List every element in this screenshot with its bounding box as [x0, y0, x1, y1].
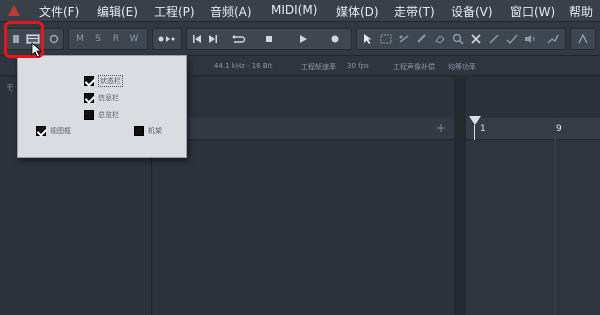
menu-help[interactable]: 帮助 [569, 3, 593, 20]
frame-rate-value[interactable]: 30 fps [347, 62, 369, 70]
menu-file[interactable]: 文件(F) [39, 3, 79, 20]
menu-transport[interactable]: 走带(T) [394, 3, 435, 20]
info-line-checkbox[interactable] [84, 93, 94, 103]
track-list-panel [153, 77, 454, 315]
track-state-group: M S R W [68, 28, 148, 50]
automation-mode-icon[interactable] [155, 29, 179, 49]
tools-group [356, 28, 566, 50]
glue-icon[interactable] [413, 29, 431, 49]
playhead-line [474, 125, 475, 140]
inspector-label-fragment: モ [6, 83, 14, 92]
transport-group [186, 28, 352, 50]
bar-grid-line [555, 118, 556, 315]
overview-checkbox[interactable] [84, 110, 94, 120]
constrain-delay-icon[interactable] [47, 29, 61, 49]
status-bar-option-label: 状态栏 [98, 75, 123, 87]
menu-media[interactable]: 媒体(D) [336, 3, 379, 20]
solo-button[interactable]: S [89, 29, 107, 49]
rack-option-label: 机架 [148, 127, 162, 135]
stop-icon[interactable] [257, 29, 281, 49]
write-automation-button[interactable]: W [125, 29, 143, 49]
overview-option-label: 总览栏 [98, 111, 119, 119]
ruler-bar-marker: 1 [480, 124, 486, 134]
window-layout-popup: 状态栏 信息栏 总览栏 视图框 机架 [17, 55, 187, 158]
menu-bar: 文件(F) 编辑(E) 工程(P) 音频(A) MIDI(M) 媒体(D) 走带… [0, 0, 600, 22]
info-line-option-label: 信息栏 [98, 94, 119, 102]
track-list-header: + [153, 118, 454, 140]
add-track-icon[interactable]: + [436, 121, 446, 135]
rack-checkbox[interactable] [134, 126, 144, 136]
menu-midi[interactable]: MIDI(M) [271, 3, 317, 17]
menu-devices[interactable]: 设备(V) [451, 3, 493, 20]
mute-tool-icon[interactable] [467, 29, 485, 49]
rack-option[interactable]: 机架 [134, 126, 162, 136]
overview-option[interactable]: 总览栏 [84, 110, 119, 120]
frame-rate-label: 工程帧速率 [301, 63, 336, 71]
inspector-option-label: 视图框 [50, 127, 71, 135]
mouse-cursor-icon [31, 42, 43, 58]
status-bar-option[interactable]: 状态栏 [84, 75, 123, 87]
event-display[interactable] [466, 118, 600, 315]
speaker-icon[interactable] [521, 29, 539, 49]
erase-icon[interactable] [431, 29, 449, 49]
menu-project[interactable]: 工程(P) [154, 3, 195, 20]
line-tool-icon[interactable] [503, 29, 521, 49]
inspector-checkbox[interactable] [36, 126, 46, 136]
mute-button[interactable]: M [71, 29, 89, 49]
menu-audio[interactable]: 音频(A) [210, 3, 252, 20]
split-icon[interactable] [395, 29, 413, 49]
toolbar: M S R W [0, 22, 600, 56]
cycle-icon[interactable] [225, 29, 251, 49]
play-icon[interactable] [291, 29, 315, 49]
automation-mode-group [152, 28, 182, 50]
playhead-icon[interactable] [469, 116, 481, 125]
sample-rate-value[interactable]: 44.1 kHz - 16 Bit [214, 62, 272, 70]
record-icon[interactable] [323, 29, 347, 49]
panel-divider[interactable] [454, 77, 466, 315]
inspector-option[interactable]: 视图框 [36, 126, 71, 136]
go-to-start-icon[interactable] [189, 29, 205, 49]
go-to-end-icon[interactable] [205, 29, 221, 49]
extra-tools-group [570, 28, 596, 50]
draw-icon[interactable] [485, 29, 503, 49]
info-line-option[interactable]: 信息栏 [84, 93, 119, 103]
pan-law-label: 工程声像补偿 [393, 63, 435, 71]
status-bar-checkbox[interactable] [84, 76, 94, 86]
ruler-bar-marker: 9 [556, 124, 562, 134]
menu-window[interactable]: 窗口(W) [510, 3, 555, 20]
time-warp-icon[interactable] [543, 29, 563, 49]
object-selection-icon[interactable] [359, 29, 377, 49]
pan-law-value[interactable]: 均等功率 [448, 62, 476, 72]
timeline-ruler[interactable]: 1 9 [466, 118, 600, 140]
menu-edit[interactable]: 编辑(E) [97, 3, 138, 20]
app-logo-icon [8, 5, 20, 16]
read-automation-button[interactable]: R [107, 29, 125, 49]
snap-icon[interactable] [573, 29, 593, 49]
range-selection-icon[interactable] [377, 29, 395, 49]
zoom-icon[interactable] [449, 29, 467, 49]
